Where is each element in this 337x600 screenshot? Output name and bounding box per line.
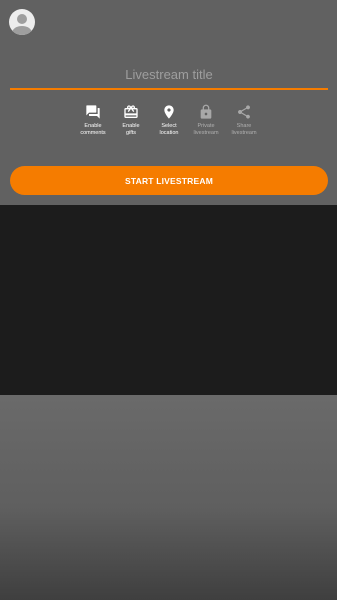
enable-comments-label: Enable comments xyxy=(80,123,106,136)
private-livestream-option[interactable]: Private livestream xyxy=(186,104,226,136)
camera-preview xyxy=(0,205,337,395)
select-location-label: Select location xyxy=(159,123,179,136)
select-location-option[interactable]: Select location xyxy=(149,104,189,136)
enable-gifts-option[interactable]: Enable gifts xyxy=(111,104,151,136)
gift-icon xyxy=(124,105,138,118)
location-pin-icon xyxy=(164,105,174,119)
bottom-overlay xyxy=(0,395,337,600)
lock-icon xyxy=(200,104,212,119)
comments-icon xyxy=(86,105,100,119)
share-livestream-option[interactable]: Share livestream xyxy=(224,104,264,136)
setup-panel: Enable comments Enable gifts Select loca… xyxy=(0,0,337,205)
share-icon xyxy=(238,105,250,119)
enable-gifts-label: Enable gifts xyxy=(122,123,140,136)
account-circle-icon xyxy=(12,14,32,35)
start-livestream-button[interactable]: START LIVESTREAM xyxy=(10,166,328,195)
profile-avatar[interactable] xyxy=(9,9,35,35)
livestream-title-input[interactable] xyxy=(10,60,328,90)
share-livestream-label: Share livestream xyxy=(231,123,257,136)
enable-comments-option[interactable]: Enable comments xyxy=(73,104,113,136)
private-livestream-label: Private livestream xyxy=(193,123,219,136)
stream-options-bar: Enable comments Enable gifts Select loca… xyxy=(0,104,337,144)
